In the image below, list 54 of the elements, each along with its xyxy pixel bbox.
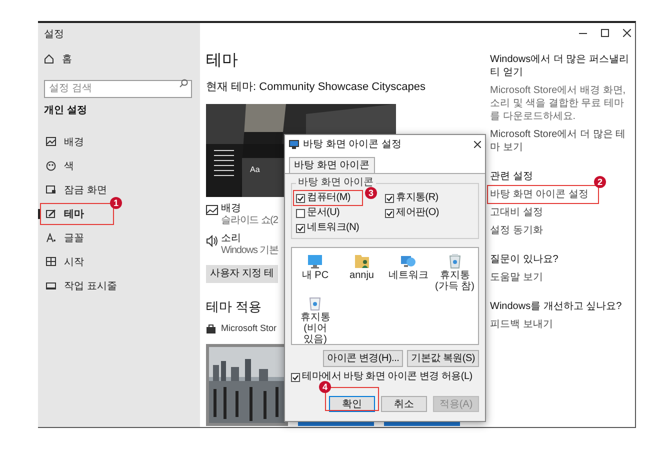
- search-field[interactable]: 설정 검색: [44, 80, 192, 98]
- sidebar-item[interactable]: 테마: [44, 202, 84, 226]
- description-text: Microsoft Store에서 배경 화면, 소리 및 색을 결합한 무료 테마를 다운로드하세요.: [490, 84, 627, 123]
- setting-label: 소리: [221, 232, 242, 244]
- dialog-tab[interactable]: 바탕 화면 아이콘: [289, 157, 375, 173]
- current-theme-label: 현재 테마: Community Showcase Cityscapes: [206, 80, 426, 95]
- step-badge: 1: [110, 197, 122, 209]
- sidebar-item[interactable]: 작업 표시줄: [44, 274, 117, 298]
- checkbox-label: 컴퓨터(M): [307, 192, 350, 204]
- checkbox-label: 제어판(O): [396, 207, 439, 219]
- settings-link[interactable]: 피드백 보내기: [490, 318, 553, 331]
- icon-label[interactable]: 내 PC: [292, 270, 338, 281]
- icon-label[interactable]: 휴지통 (가득 참): [432, 270, 478, 292]
- section-heading: Windows에서 더 많은 퍼스낼리티 얻기: [490, 53, 630, 79]
- sidebar-item[interactable]: 잠금 화면: [44, 178, 107, 202]
- checkbox-label: 테마에서 바탕 화면 아이콘 변경 허용(L): [302, 371, 472, 383]
- setting-label: 배경: [221, 202, 242, 214]
- settings-link[interactable]: 고대비 설정: [490, 206, 543, 219]
- settings-link[interactable]: 바탕 화면 아이콘 설정: [490, 188, 588, 201]
- checkbox-label: 휴지통(R): [396, 192, 438, 204]
- sidebar-item[interactable]: 시작: [44, 250, 84, 274]
- setting-value: 슬라이드 쇼(2: [221, 214, 278, 226]
- checkbox-label: 문서(U): [307, 207, 340, 219]
- sidebar-item[interactable]: 색: [44, 154, 74, 178]
- setting-value: Windows 기본: [221, 244, 278, 256]
- checkbox-label: 네트워크(N): [307, 222, 360, 234]
- store-link[interactable]: Microsoft Stor: [221, 322, 277, 336]
- dialog-button[interactable]: 아이콘 변경(H)...: [323, 350, 404, 367]
- icon-label[interactable]: 네트워크: [385, 270, 432, 281]
- custom-theme-button[interactable]: 사용자 지정 테: [206, 264, 278, 282]
- settings-link[interactable]: 도움말 보기: [490, 271, 543, 284]
- page-title: 테마: [206, 51, 238, 71]
- step-badge: 3: [365, 187, 377, 199]
- settings-link[interactable]: Microsoft Store에서 더 많은 테마 보기: [490, 128, 631, 154]
- tile-label: Aa: [250, 164, 260, 176]
- step-badge: 2: [594, 176, 606, 188]
- section-heading: 질문이 있나요?: [490, 253, 558, 266]
- sidebar-item[interactable]: 글꼴: [44, 226, 84, 250]
- section-heading: 관련 설정: [490, 170, 533, 183]
- sidebar-item[interactable]: 배경: [44, 130, 84, 154]
- section-heading: 개인 설정: [44, 104, 88, 118]
- group-label: 바탕 화면 아이콘: [296, 177, 376, 189]
- section-heading: 테마 적용: [206, 298, 262, 316]
- icon-label[interactable]: 휴지통 (비어 있음): [292, 312, 338, 345]
- dialog-title: 바탕 화면 아이콘 설정: [303, 138, 402, 152]
- settings-link[interactable]: 설정 동기화: [490, 224, 543, 237]
- window-title: 설정: [44, 28, 65, 41]
- dialog-button[interactable]: 확인: [329, 396, 375, 412]
- home-link[interactable]: 홈: [62, 52, 72, 66]
- dialog-button[interactable]: 취소: [381, 396, 427, 412]
- icon-label[interactable]: annju: [338, 270, 385, 281]
- section-heading: Windows를 개선하고 싶나요?: [490, 300, 622, 313]
- step-badge: 4: [319, 381, 331, 393]
- dialog-button[interactable]: 기본값 복원(S): [407, 350, 479, 367]
